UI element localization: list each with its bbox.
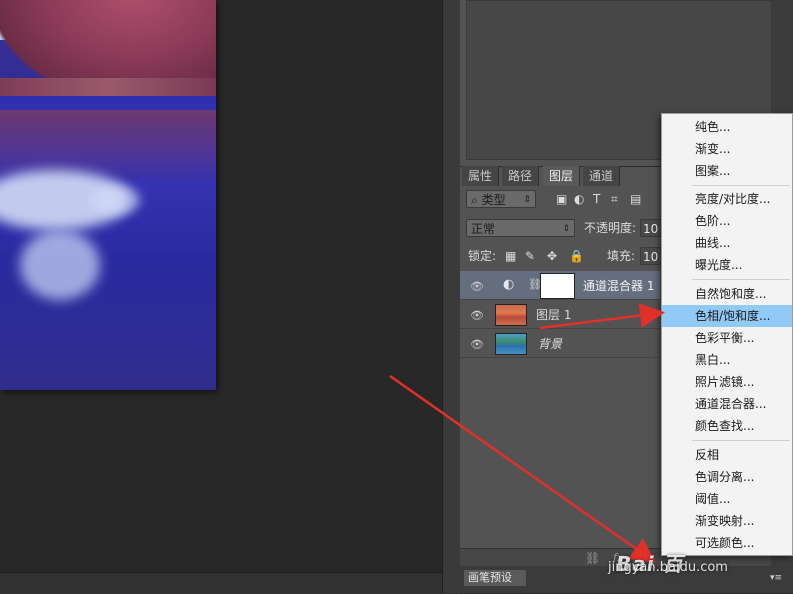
menu-item-vibrance[interactable]: 自然饱和度... xyxy=(662,283,792,305)
filter-type-icon[interactable]: T xyxy=(593,190,600,208)
lock-transparent-icon[interactable]: ▦ xyxy=(505,247,516,265)
eye-icon[interactable]: 👁 xyxy=(470,280,484,294)
watermark-url: jingyan.baidu.com xyxy=(608,560,728,575)
search-icon: ⌕ xyxy=(471,193,478,207)
filter-pixel-icon[interactable]: ▣ xyxy=(556,190,567,208)
layer-thumbnail xyxy=(495,304,527,326)
fill-input[interactable]: 10 xyxy=(640,247,662,265)
panel-divider[interactable] xyxy=(442,0,461,593)
tab-channels[interactable]: 通道 xyxy=(583,166,621,186)
menu-separator xyxy=(692,279,790,280)
filter-adjust-icon[interactable]: ◐ xyxy=(574,190,584,208)
opacity-input[interactable]: 10 xyxy=(640,219,662,237)
lock-label: 锁定: xyxy=(468,249,497,263)
menu-item-gradient[interactable]: 渐变... xyxy=(662,138,792,160)
lake-photo xyxy=(0,0,216,390)
layer-filter-select[interactable]: ⌕ 类型 ⇕ xyxy=(466,190,536,208)
menu-item-brightness-contrast[interactable]: 亮度/对比度... xyxy=(662,188,792,210)
document-canvas[interactable] xyxy=(0,0,442,572)
eye-icon[interactable]: 👁 xyxy=(470,309,484,323)
menu-item-hue-saturation[interactable]: 色相/饱和度... xyxy=(662,305,792,327)
up-down-icon: ⇕ xyxy=(562,224,570,234)
filter-shape-icon[interactable]: ⌗ xyxy=(611,190,618,208)
menu-item-channel-mixer[interactable]: 通道混合器... xyxy=(662,393,792,415)
adjustment-layer-menu: 纯色... 渐变... 图案... 亮度/对比度... 色阶... 曲线... … xyxy=(661,113,793,556)
menu-item-photo-filter[interactable]: 照片滤镜... xyxy=(662,371,792,393)
blend-mode-select[interactable]: 正常 ⇕ xyxy=(466,219,575,237)
menu-item-threshold[interactable]: 阈值... xyxy=(662,488,792,510)
menu-item-color-balance[interactable]: 色彩平衡... xyxy=(662,327,792,349)
layer-name[interactable]: 背景 xyxy=(538,335,562,353)
lock-move-icon[interactable]: ✥ xyxy=(547,247,557,265)
lock-brush-icon[interactable]: ✎ xyxy=(525,247,535,265)
tab-properties[interactable]: 属性 xyxy=(462,166,500,186)
menu-item-exposure[interactable]: 曝光度... xyxy=(662,254,792,276)
menu-item-black-white[interactable]: 黑白... xyxy=(662,349,792,371)
fill-label: 填充: xyxy=(607,249,636,263)
menu-separator xyxy=(692,440,790,441)
menu-item-gradient-map[interactable]: 渐变映射... xyxy=(662,510,792,532)
tab-brush-presets[interactable]: 画笔预设 xyxy=(464,570,526,586)
adjustment-layer-icon: ◐ xyxy=(503,277,515,292)
layer-thumbnail xyxy=(495,333,527,355)
menu-item-pattern[interactable]: 图案... xyxy=(662,160,792,182)
link-icon[interactable]: ⛓ xyxy=(585,549,600,567)
baidu-watermark: Bai 百 jingyan.baidu.com xyxy=(608,548,788,588)
layer-name[interactable]: 图层 1 xyxy=(536,306,571,324)
eye-icon[interactable]: 👁 xyxy=(470,338,484,352)
status-bar xyxy=(0,572,460,594)
tab-layers[interactable]: 图层 xyxy=(543,166,581,186)
menu-item-solid-color[interactable]: 纯色... xyxy=(662,116,792,138)
layer-name[interactable]: 通道混合器 1 xyxy=(583,277,654,295)
tab-paths[interactable]: 路径 xyxy=(502,166,540,186)
blend-mode-value: 正常 xyxy=(471,222,496,236)
filter-smart-icon[interactable]: ▤ xyxy=(630,190,641,208)
opacity-label: 不透明度: xyxy=(584,221,637,235)
up-down-icon: ⇕ xyxy=(523,195,531,205)
layer-mask-thumbnail[interactable] xyxy=(540,273,575,299)
menu-item-levels[interactable]: 色阶... xyxy=(662,210,792,232)
menu-item-invert[interactable]: 反相 xyxy=(662,444,792,466)
lock-all-icon[interactable]: 🔒 xyxy=(569,247,584,265)
menu-item-curves[interactable]: 曲线... xyxy=(662,232,792,254)
menu-item-posterize[interactable]: 色调分离... xyxy=(662,466,792,488)
menu-separator xyxy=(692,185,790,186)
filter-kind-label: 类型 xyxy=(481,193,506,207)
menu-item-color-lookup[interactable]: 颜色查找... xyxy=(662,415,792,437)
